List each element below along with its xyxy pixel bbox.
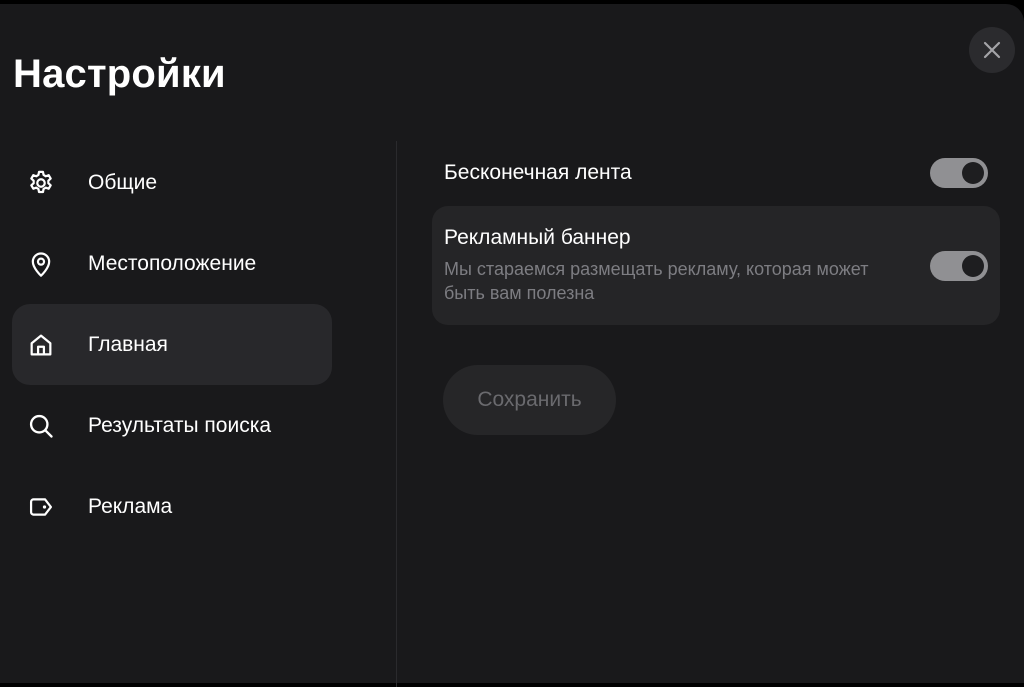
page-title: Настройки	[13, 52, 226, 96]
toggle-knob	[962, 255, 984, 277]
sidebar-item-label: Результаты поиска	[88, 413, 272, 437]
close-icon	[983, 41, 1001, 59]
sidebar-divider	[396, 141, 397, 687]
infinite-feed-toggle[interactable]	[930, 158, 988, 188]
sidebar-item-label: Реклама	[88, 494, 173, 518]
sidebar-item-home[interactable]: Главная	[12, 304, 332, 385]
sidebar-item-location[interactable]: Местоположение	[12, 223, 332, 304]
sidebar-item-ads[interactable]: Реклама	[12, 466, 332, 547]
setting-description: Мы стараемся размещать рекламу, которая …	[444, 259, 869, 303]
sidebar-item-label: Местоположение	[88, 251, 257, 275]
sidebar: Общие Местоположение Главная Результаты …	[12, 142, 332, 547]
settings-panel: Настройки Общие Местоположение Главная Р…	[0, 4, 1024, 687]
setting-row-infinite-feed: Бесконечная лента	[432, 148, 1000, 198]
setting-row-ad-banner: Рекламный баннер Мы стараемся размещать …	[432, 206, 1000, 325]
ad-tag-icon	[26, 492, 56, 522]
location-pin-icon	[26, 249, 56, 279]
sidebar-item-general[interactable]: Общие	[12, 142, 332, 223]
toggle-knob	[962, 162, 984, 184]
close-button[interactable]	[969, 27, 1015, 73]
search-icon	[26, 411, 56, 441]
sidebar-item-search-results[interactable]: Результаты поиска	[12, 385, 332, 466]
save-button[interactable]: Сохранить	[443, 365, 616, 435]
ad-banner-toggle[interactable]	[930, 251, 988, 281]
sidebar-item-label: Общие	[88, 170, 158, 194]
home-icon	[26, 330, 56, 360]
setting-title: Рекламный баннер	[444, 226, 631, 249]
sidebar-item-label: Главная	[88, 332, 168, 356]
setting-title: Бесконечная лента	[444, 161, 632, 184]
gear-icon	[26, 168, 56, 198]
